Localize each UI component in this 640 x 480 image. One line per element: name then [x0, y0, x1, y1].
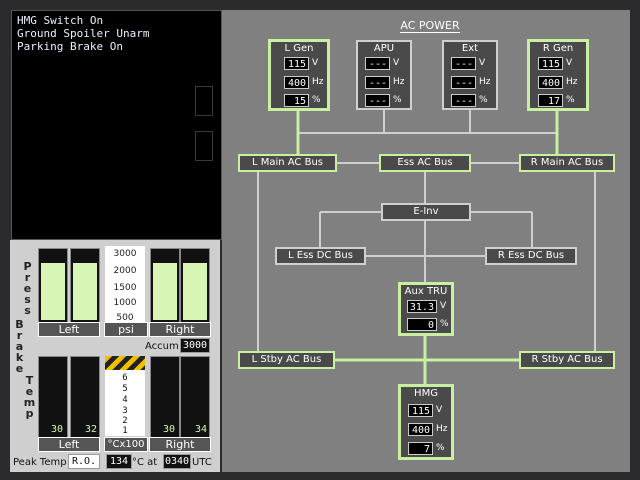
r-gen-pct: 17 [538, 94, 563, 107]
r-gen-box[interactable]: R Gen 115 V 400 Hz 17% [527, 39, 589, 111]
ext-volts: --- [451, 57, 476, 70]
hmg-hz: 400 [408, 423, 433, 436]
r-ess-dc-bus[interactable]: R Ess DC Bus [485, 247, 577, 265]
unit-v: V [436, 405, 443, 415]
unit-pct: % [479, 95, 488, 105]
aux-tru-volts: 31.3 [407, 300, 437, 313]
unit-v: V [393, 58, 400, 68]
unit-pct: % [436, 443, 445, 453]
l-ess-dc-bus[interactable]: L Ess DC Bus [275, 247, 366, 265]
ac-power-title: AC POWER [400, 19, 460, 33]
hmg-box[interactable]: HMG 115 V 400 Hz 7% [398, 384, 454, 460]
unit-hz: Hz [479, 77, 491, 87]
aux-tru-box[interactable]: Aux TRU 31.3 V 0% [398, 282, 454, 336]
unit-v: V [440, 301, 447, 311]
apu-pct: --- [365, 94, 390, 107]
unit-v: V [566, 58, 573, 68]
r-gen-volts: 115 [538, 57, 563, 70]
unit-hz: Hz [436, 424, 448, 434]
hmg-title: HMG [414, 388, 438, 399]
r-gen-hz: 400 [538, 76, 563, 89]
ext-pct: --- [451, 94, 476, 107]
unit-v: V [479, 58, 486, 68]
apu-volts: --- [365, 57, 390, 70]
unit-hz: Hz [566, 77, 578, 87]
unit-v: V [312, 58, 319, 68]
l-gen-box[interactable]: L Gen 115 V 400 Hz 15% [268, 39, 330, 111]
unit-hz: Hz [312, 77, 324, 87]
l-main-ac-bus[interactable]: L Main AC Bus [238, 154, 337, 172]
unit-hz: Hz [393, 77, 405, 87]
l-stby-ac-bus[interactable]: L Stby AC Bus [238, 351, 335, 369]
ext-hz: --- [451, 76, 476, 89]
apu-box[interactable]: APU --- V --- Hz ---% [356, 40, 412, 110]
l-gen-volts: 115 [284, 57, 309, 70]
unit-pct: % [566, 95, 575, 105]
apu-hz: --- [365, 76, 390, 89]
e-inv-bus[interactable]: E-Inv [381, 203, 471, 221]
aux-tru-pct: 0 [407, 318, 437, 331]
r-main-ac-bus[interactable]: R Main AC Bus [519, 154, 615, 172]
apu-title: APU [373, 43, 395, 54]
r-gen-title: R Gen [542, 43, 574, 54]
unit-pct: % [312, 95, 321, 105]
l-gen-title: L Gen [284, 43, 314, 54]
r-stby-ac-bus[interactable]: R Stby AC Bus [519, 351, 615, 369]
display-screen: HMG Switch On Ground Spoiler Unarm Parki… [0, 0, 640, 480]
l-gen-pct: 15 [284, 94, 309, 107]
unit-pct: % [393, 95, 402, 105]
hmg-volts: 115 [408, 404, 433, 417]
l-gen-hz: 400 [284, 76, 309, 89]
aux-tru-title: Aux TRU [404, 286, 448, 297]
hmg-pct: 7 [408, 442, 433, 455]
unit-pct: % [440, 319, 449, 329]
ext-box[interactable]: Ext --- V --- Hz ---% [442, 40, 498, 110]
ess-ac-bus[interactable]: Ess AC Bus [379, 154, 471, 172]
ext-title: Ext [461, 43, 479, 54]
